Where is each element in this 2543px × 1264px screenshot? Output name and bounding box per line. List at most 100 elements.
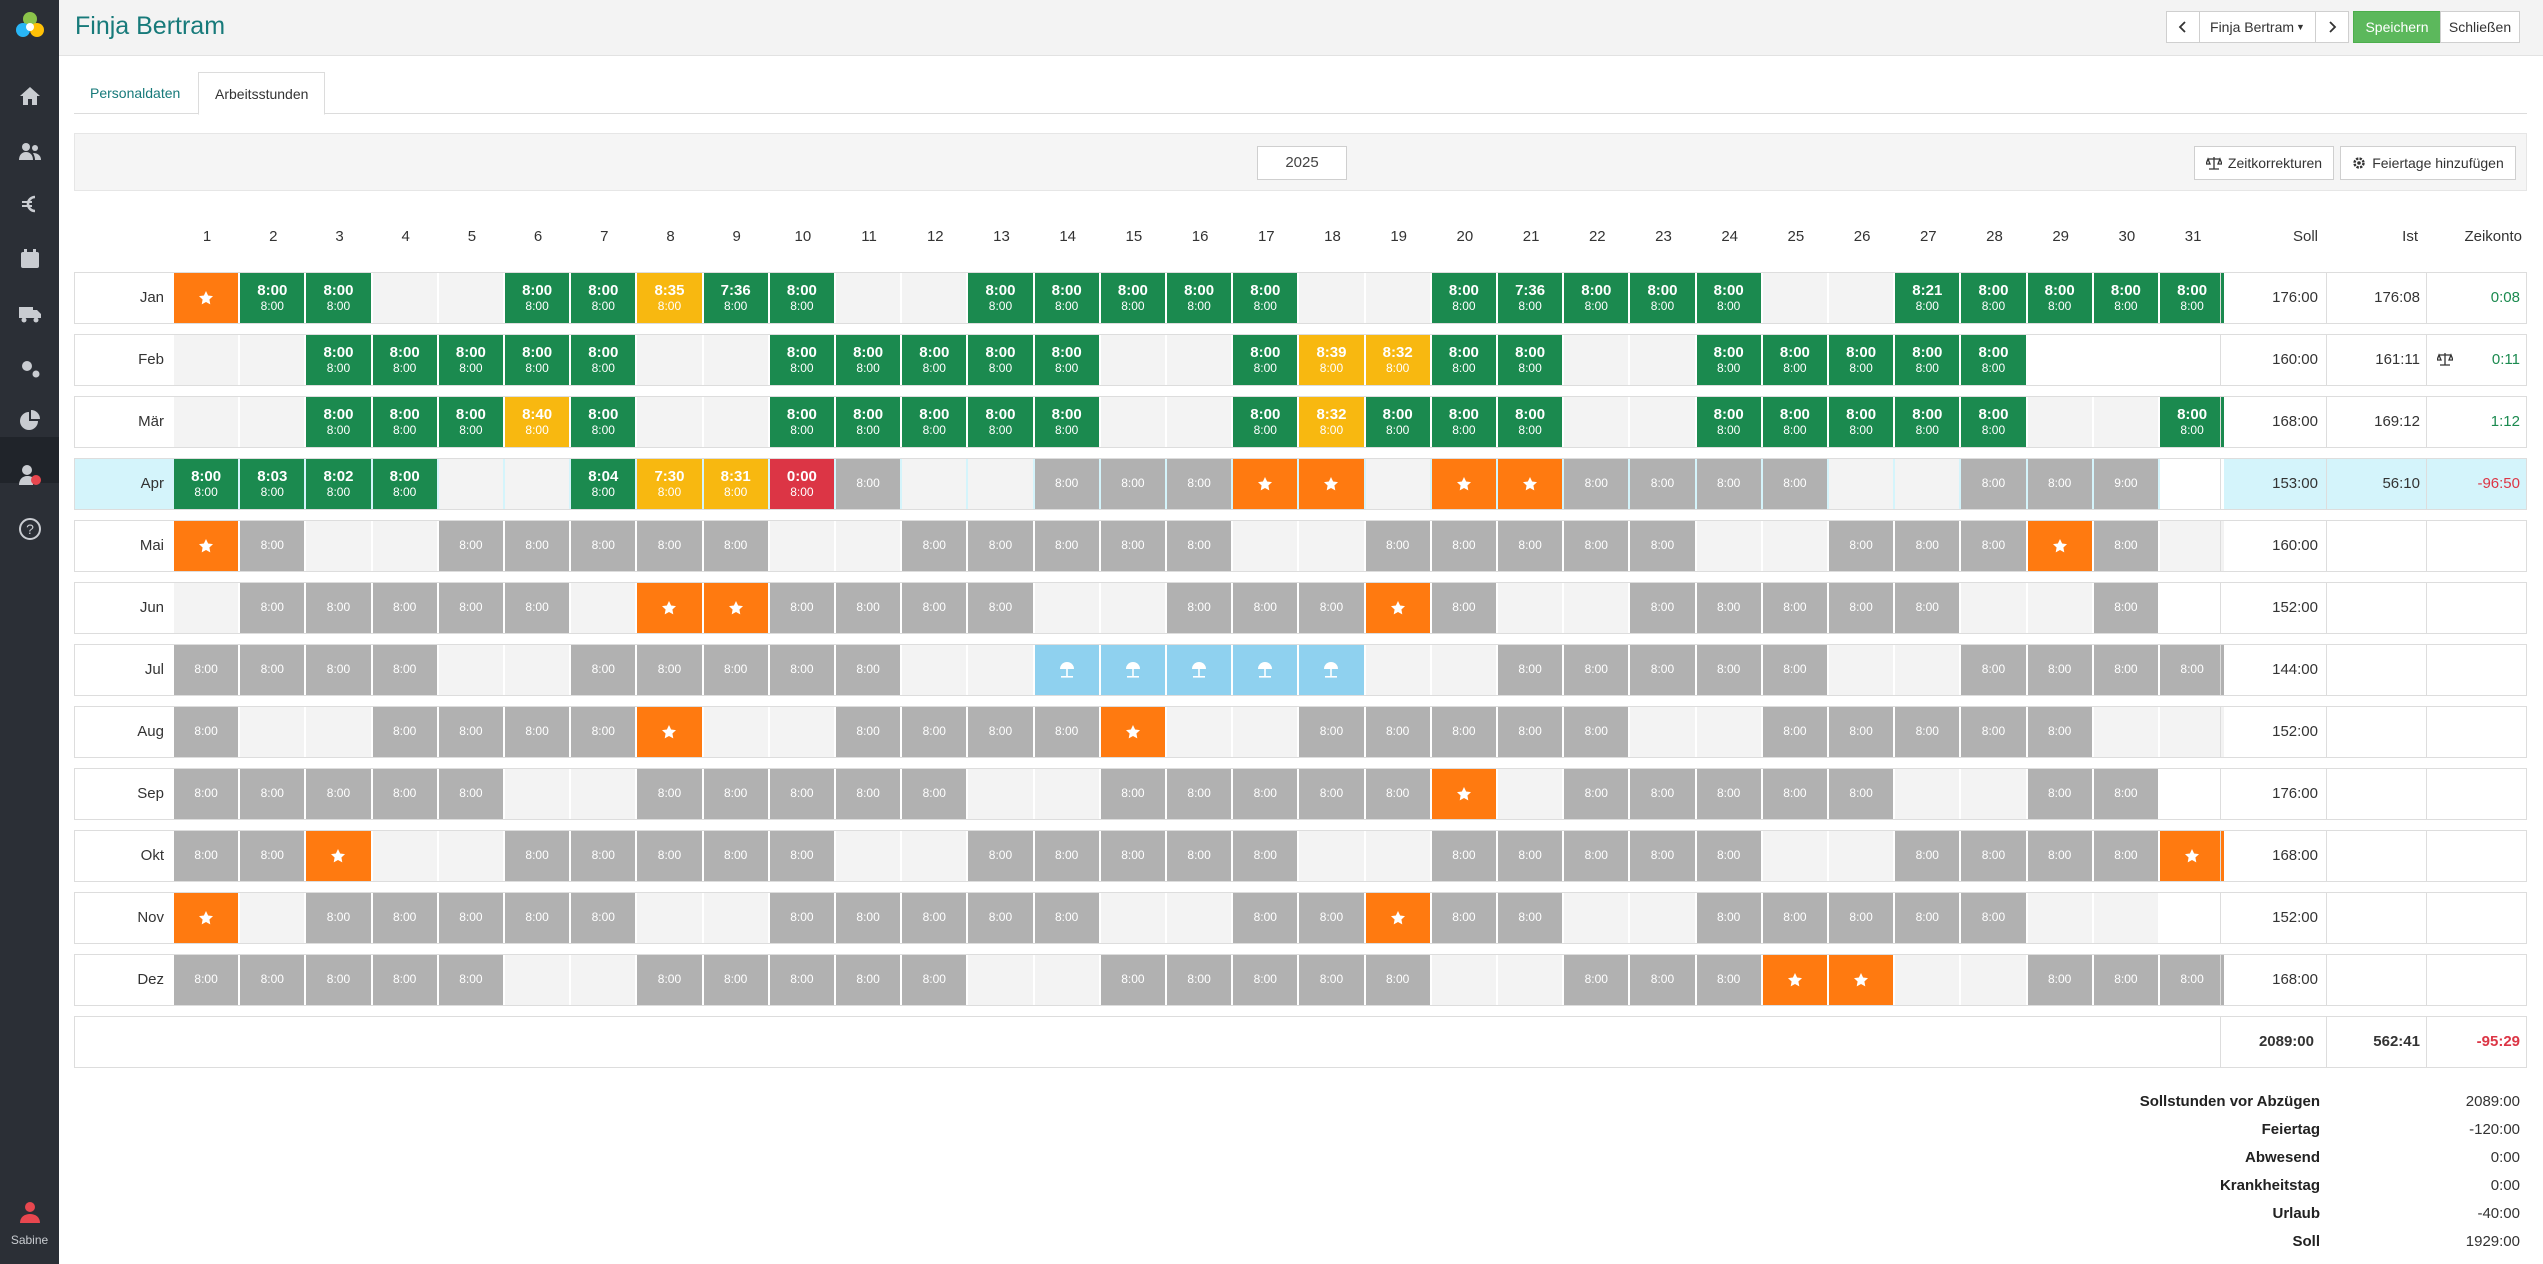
day-cell[interactable]: 8:00 (174, 955, 239, 1005)
sidebar-item-settings[interactable] (14, 352, 45, 383)
employee-select[interactable]: Finja Bertram ▼ (2199, 11, 2316, 43)
day-cell[interactable] (769, 521, 834, 571)
day-cell[interactable]: 8:35 8:00 (637, 273, 702, 323)
day-cell[interactable]: 8:00 (1034, 831, 1099, 881)
day-cell[interactable]: 8:00 (1498, 893, 1563, 943)
day-cell[interactable]: 8:00 8:00 (1895, 335, 1960, 385)
day-cell[interactable]: 0:00 8:00 (769, 459, 834, 509)
day-cell[interactable]: 8:00 (1564, 769, 1629, 819)
day-cell[interactable] (1100, 583, 1165, 633)
day-cell[interactable] (1100, 707, 1165, 757)
day-cell[interactable]: 8:00 (1762, 893, 1827, 943)
day-cell[interactable] (1961, 583, 2026, 633)
day-cell[interactable]: 8:00 (968, 893, 1033, 943)
day-cell[interactable]: 8:00 (1895, 893, 1960, 943)
day-cell[interactable]: 8:00 (1299, 893, 1364, 943)
day-cell[interactable]: 8:00 (703, 955, 768, 1005)
tab-personaldaten[interactable]: Personaldaten (74, 72, 196, 114)
day-cell[interactable]: 8:00 (438, 769, 503, 819)
day-cell[interactable] (902, 459, 967, 509)
day-cell[interactable] (1829, 459, 1894, 509)
sidebar-item-euro[interactable] (14, 188, 45, 219)
day-cell[interactable]: 8:00 (240, 645, 305, 695)
day-cell[interactable] (571, 583, 636, 633)
day-cell[interactable] (1365, 583, 1430, 633)
day-cell[interactable] (1167, 707, 1232, 757)
day-cell[interactable]: 8:00 (438, 583, 503, 633)
day-cell[interactable]: 8:00 (769, 583, 834, 633)
day-cell[interactable]: 8:00 (637, 645, 702, 695)
day-cell[interactable]: 8:21 8:00 (1895, 273, 1960, 323)
day-cell[interactable]: 8:00 (836, 645, 901, 695)
day-cell[interactable]: 8:00 (1895, 583, 1960, 633)
day-cell[interactable] (1299, 521, 1364, 571)
day-cell[interactable]: 8:00 (1431, 521, 1496, 571)
day-cell[interactable]: 8:00 (1829, 769, 1894, 819)
day-cell[interactable] (2160, 521, 2225, 571)
day-cell[interactable]: 8:00 (1233, 769, 1298, 819)
day-cell[interactable] (637, 583, 702, 633)
day-cell[interactable] (1895, 459, 1960, 509)
day-cell[interactable]: 8:00 (1895, 707, 1960, 757)
day-cell[interactable] (1365, 645, 1430, 695)
day-cell[interactable]: 8:00 (637, 769, 702, 819)
day-cell[interactable]: 8:00 8:00 (306, 273, 371, 323)
day-cell[interactable]: 8:00 (1564, 707, 1629, 757)
day-cell[interactable]: 8:00 (902, 955, 967, 1005)
day-cell[interactable]: 8:00 8:00 (1564, 273, 1629, 323)
day-cell[interactable] (968, 955, 1033, 1005)
day-cell[interactable] (1829, 955, 1894, 1005)
day-cell[interactable] (637, 397, 702, 447)
day-cell[interactable]: 8:00 (306, 955, 371, 1005)
day-cell[interactable]: 8:00 (2160, 955, 2225, 1005)
day-cell[interactable] (2160, 335, 2225, 385)
day-cell[interactable] (1431, 955, 1496, 1005)
day-cell[interactable] (1564, 335, 1629, 385)
day-cell[interactable] (1762, 273, 1827, 323)
day-cell[interactable]: 8:00 (1829, 893, 1894, 943)
day-cell[interactable]: 8:00 8:00 (1762, 397, 1827, 447)
day-cell[interactable]: 8:00 8:00 (438, 335, 503, 385)
day-cell[interactable] (438, 645, 503, 695)
day-cell[interactable]: 8:00 (1696, 831, 1761, 881)
day-cell[interactable]: 8:00 8:00 (372, 459, 437, 509)
day-cell[interactable]: 8:00 (1100, 459, 1165, 509)
day-cell[interactable]: 8:00 (505, 707, 570, 757)
day-cell[interactable]: 7:36 8:00 (1498, 273, 1563, 323)
day-cell[interactable] (2027, 521, 2092, 571)
day-cell[interactable] (1431, 459, 1496, 509)
close-button[interactable]: Schließen (2440, 11, 2520, 43)
day-cell[interactable]: 8:00 8:00 (240, 273, 305, 323)
day-cell[interactable] (1829, 273, 1894, 323)
day-cell[interactable]: 8:00 (1762, 707, 1827, 757)
day-cell[interactable]: 8:00 (1895, 831, 1960, 881)
sidebar-item-help[interactable]: ? (14, 513, 45, 544)
day-cell[interactable] (2093, 335, 2158, 385)
day-cell[interactable] (2093, 397, 2158, 447)
day-cell[interactable]: 8:00 (1431, 707, 1496, 757)
day-cell[interactable]: 8:00 (1100, 831, 1165, 881)
day-cell[interactable]: 8:00 (1696, 955, 1761, 1005)
day-cell[interactable]: 8:00 (1100, 955, 1165, 1005)
day-cell[interactable] (1895, 955, 1960, 1005)
day-cell[interactable]: 8:00 (1762, 459, 1827, 509)
day-cell[interactable]: 8:00 (372, 583, 437, 633)
day-cell[interactable]: 8:00 (1498, 521, 1563, 571)
day-cell[interactable]: 8:00 (1895, 521, 1960, 571)
day-cell[interactable] (968, 459, 1033, 509)
day-cell[interactable] (1365, 459, 1430, 509)
day-cell[interactable]: 8:00 8:00 (1034, 397, 1099, 447)
day-cell[interactable]: 8:00 (2027, 707, 2092, 757)
day-cell[interactable]: 8:00 (1498, 707, 1563, 757)
day-cell[interactable] (1034, 955, 1099, 1005)
day-cell[interactable]: 8:00 (836, 459, 901, 509)
day-cell[interactable] (174, 335, 239, 385)
day-cell[interactable]: 8:00 (1630, 459, 1695, 509)
day-cell[interactable] (174, 521, 239, 571)
day-cell[interactable]: 8:00 8:00 (1895, 397, 1960, 447)
day-cell[interactable]: 8:00 (571, 707, 636, 757)
day-cell[interactable] (1365, 893, 1430, 943)
day-cell[interactable]: 8:00 (637, 955, 702, 1005)
day-cell[interactable]: 8:00 (372, 955, 437, 1005)
day-cell[interactable]: 8:00 (1564, 521, 1629, 571)
